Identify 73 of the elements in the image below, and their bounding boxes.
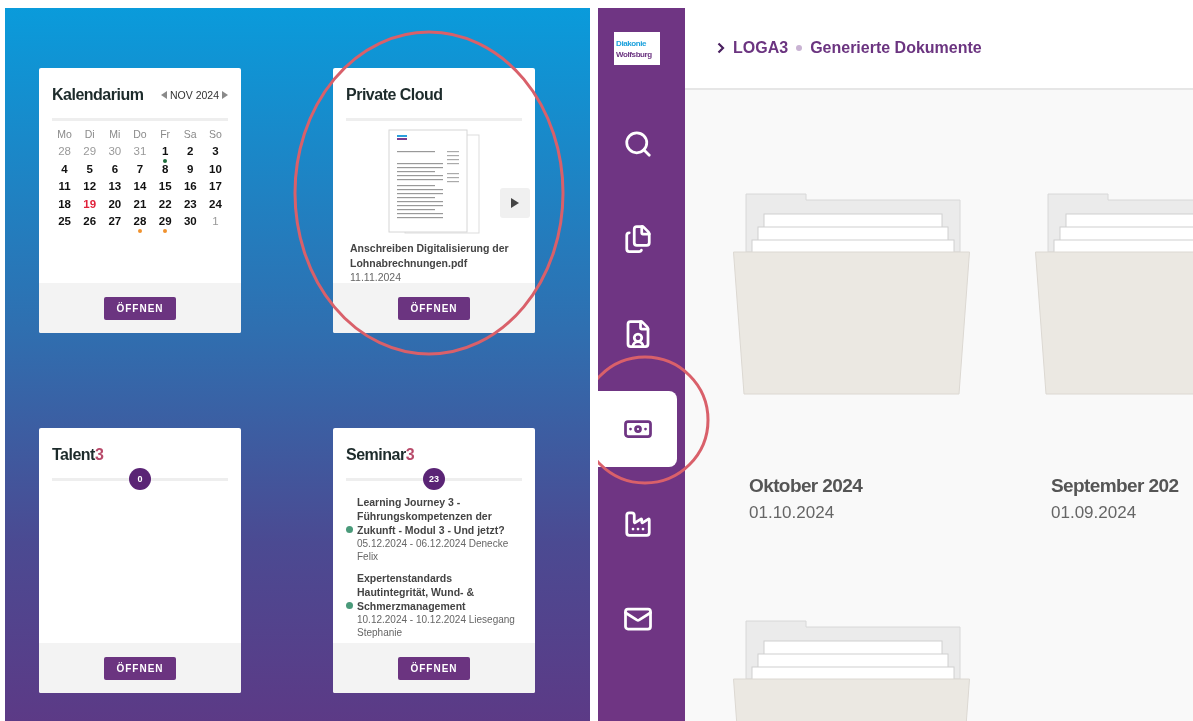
card-title: Seminar3: [346, 446, 415, 464]
calendar-day[interactable]: 15: [156, 178, 174, 195]
status-dot: [346, 601, 353, 609]
factory-icon: [622, 509, 653, 539]
weekday-label: Di: [83, 127, 96, 142]
calendar-day[interactable]: 28: [131, 213, 149, 230]
count-badge: 23: [423, 468, 445, 490]
status-dot: [346, 525, 353, 533]
calendar-day[interactable]: 24: [207, 195, 224, 212]
calendar-day[interactable]: 26: [81, 213, 99, 230]
count-badge: 0: [129, 468, 151, 490]
previous-month-icon[interactable]: [160, 91, 167, 99]
calendar-day[interactable]: 8: [159, 160, 171, 177]
calendar-day[interactable]: 23: [181, 195, 199, 212]
folder-date: 01.09.2024: [1051, 503, 1138, 523]
calendar-day[interactable]: 7: [134, 160, 146, 177]
calendar-day[interactable]: 25: [56, 213, 73, 230]
folder-name[interactable]: September 202: [1051, 475, 1193, 497]
logo: Diakonie Wolfsburg: [614, 32, 660, 65]
calendar-day[interactable]: 6: [109, 160, 121, 177]
folder-name[interactable]: Oktober 2024: [749, 475, 970, 497]
calendar-day[interactable]: 17: [207, 178, 224, 195]
play-icon: [511, 198, 519, 208]
card-title: Talent3: [52, 446, 104, 464]
documents-icon: [622, 224, 653, 254]
calendar-day[interactable]: 4: [59, 160, 70, 177]
calendar-day[interactable]: 11: [56, 178, 73, 195]
calendar-day[interactable]: 16: [181, 178, 199, 195]
next-month-icon[interactable]: [222, 91, 228, 99]
calendar-day[interactable]: 18: [56, 195, 73, 212]
file-date: 11.11.2024: [349, 271, 402, 283]
chevron-icon: [717, 42, 725, 54]
open-button[interactable]: ÖFFNEN: [398, 656, 470, 680]
event-title[interactable]: Learning Journey 3 - Führungskompetenzen der Zukunft - Modul 3 - Und jetzt?: [357, 495, 522, 537]
sidebar-item[interactable]: [598, 391, 677, 467]
calendar-day[interactable]: 3: [210, 143, 221, 160]
weekday-label: Sa: [182, 127, 198, 142]
weekday-label: Do: [132, 127, 148, 142]
open-button[interactable]: ÖFFNEN: [398, 296, 470, 320]
file-name: Anschreiben Digitalisierung der Lohnabrechnungen.pdf: [349, 241, 510, 271]
event-title[interactable]: Expertenstandards Hautintegrität, Wund- & Schmerzmanagement: [357, 571, 522, 613]
calendar-day[interactable]: 29: [156, 213, 174, 230]
breadcrumb-link[interactable]: LOGA3: [733, 39, 789, 57]
calendar-day[interactable]: 19: [81, 195, 99, 212]
calendar-day[interactable]: 14: [131, 178, 149, 195]
calendar-day[interactable]: 12: [81, 178, 99, 195]
card-title: Private Cloud: [346, 86, 443, 104]
open-button[interactable]: ÖFFNEN: [104, 296, 176, 320]
folder-date: 01.10.2024: [749, 503, 836, 523]
event-details: 10.12.2024 - 10.12.2024 Liesegang Stephanie: [357, 613, 516, 639]
calendar-day[interactable]: 27: [106, 213, 124, 230]
calendar-day[interactable]: 9: [185, 160, 196, 177]
month-label: NOV 2024: [169, 89, 219, 101]
weekday-label: Mo: [56, 127, 73, 142]
separator-dot: [796, 45, 803, 51]
calendar-day[interactable]: 21: [131, 195, 149, 212]
calendar-day[interactable]: 30: [181, 213, 199, 230]
weekday-label: Fr: [159, 127, 172, 142]
calendar-day[interactable]: 1: [159, 143, 171, 160]
calendar-day[interactable]: 22: [156, 195, 174, 212]
event-details: 05.12.2024 - 06.12.2024 Denecke Felix: [357, 537, 510, 563]
calendar-day[interactable]: 10: [207, 160, 224, 177]
breadcrumb-link[interactable]: Generierte Dokumente: [810, 39, 982, 57]
next-button[interactable]: [500, 188, 530, 218]
calendar-day[interactable]: 5: [84, 160, 95, 177]
calendar-day[interactable]: 2: [185, 143, 196, 160]
search-icon: [622, 129, 653, 159]
calendar-day[interactable]: 20: [106, 195, 124, 212]
weekday-label: So: [208, 127, 223, 142]
open-button[interactable]: ÖFFNEN: [104, 656, 176, 680]
weekday-label: Mi: [108, 127, 122, 142]
calendar-day[interactable]: 13: [106, 178, 124, 195]
card-title: Kalendarium: [52, 86, 144, 104]
